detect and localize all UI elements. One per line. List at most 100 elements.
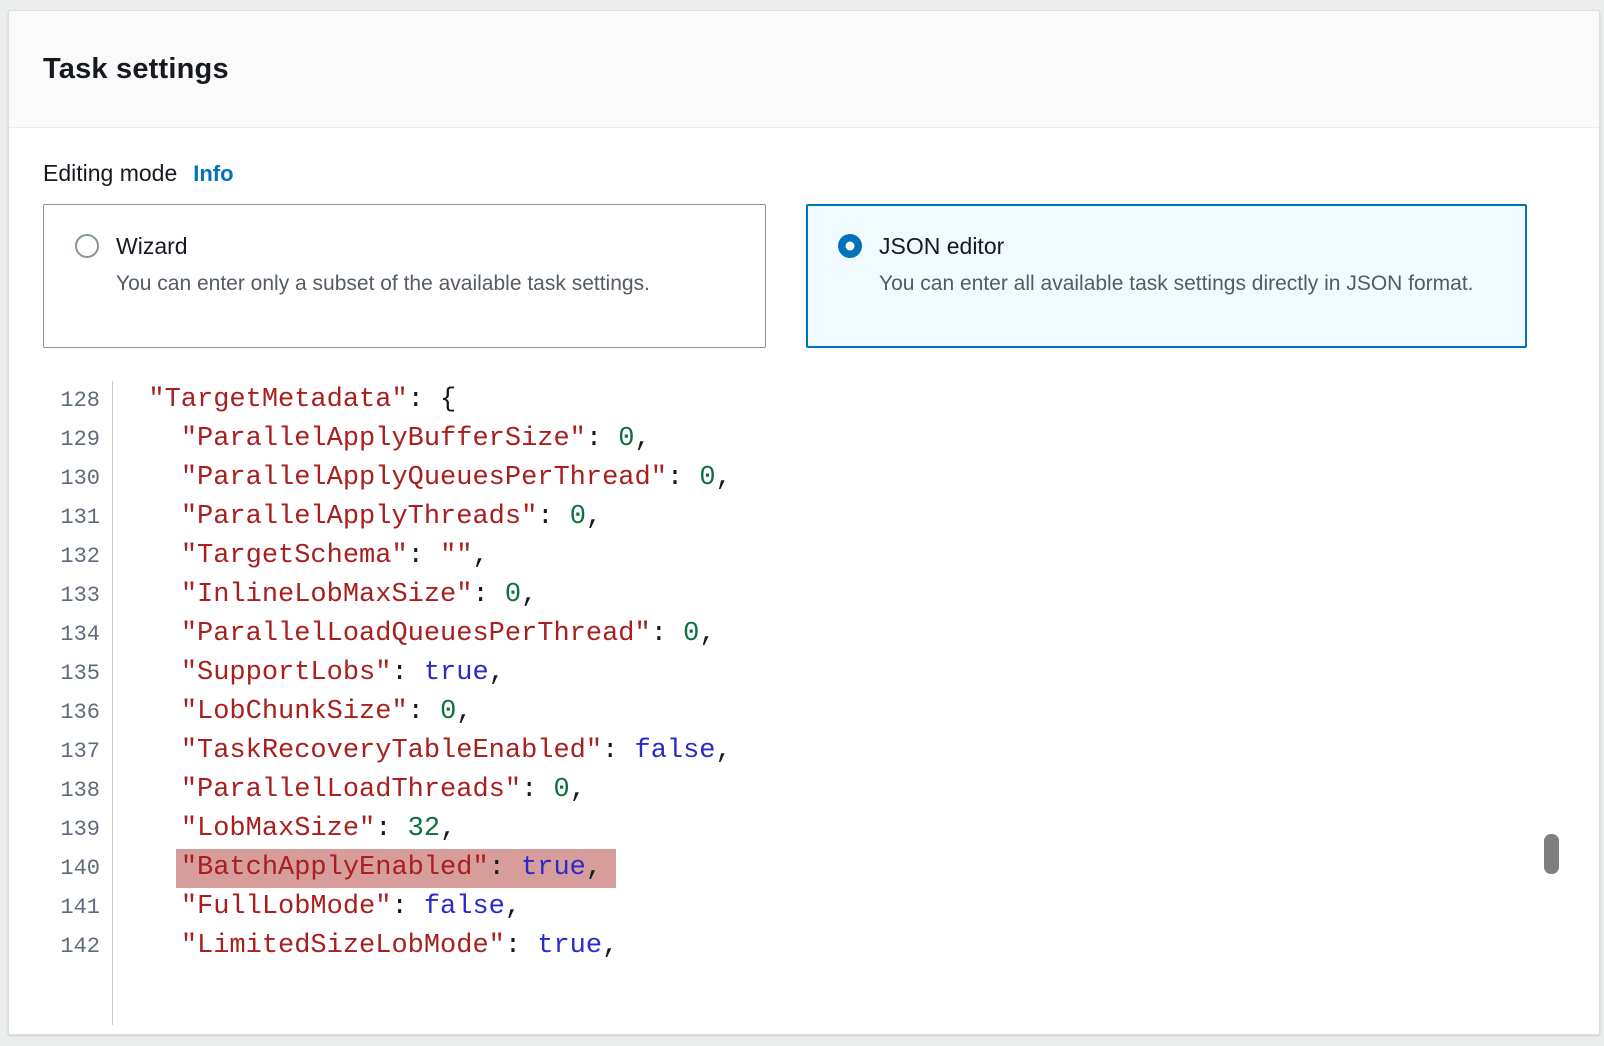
token-num: 0 [570,502,586,532]
token-key: "ParallelApplyThreads" [181,502,537,532]
gutter-line-number: 138 [43,771,112,810]
panel-header: Task settings [9,11,1599,128]
token-str: "" [440,541,472,571]
gutter-line-number: 129 [43,420,112,459]
token-punct: : { [408,385,457,415]
editing-mode-tiles: Wizard You can enter only a subset of th… [43,204,1565,348]
wizard-radio-button[interactable] [75,234,99,258]
token-punct: , [716,736,732,766]
token-bool: true [424,658,489,688]
token-punct: , [716,463,732,493]
token-num: 0 [683,619,699,649]
gutter-line-number: 136 [43,693,112,732]
token-punct: , [586,502,602,532]
token-key: "InlineLobMaxSize" [181,580,473,610]
code-line-131[interactable]: "ParallelApplyThreads": 0, [116,498,1539,537]
code-line-128[interactable]: "TargetMetadata": { [116,381,1539,420]
code-line-129[interactable]: "ParallelApplyBufferSize": 0, [116,420,1539,459]
token-punct: , [570,775,586,805]
token-punct: : [505,931,537,961]
token-punct: , [505,892,521,922]
page-title: Task settings [43,53,229,86]
token-punct: : [667,463,699,493]
token-punct: , [489,658,505,688]
tile-json-editor[interactable]: JSON editor You can enter all available … [806,204,1527,348]
gutter-line-number: 142 [43,927,112,966]
json-editor-label: JSON editor [879,231,1474,261]
code-line-139[interactable]: "LobMaxSize": 32, [116,810,1539,849]
editing-mode-row: Editing mode Info [43,160,1565,187]
code-line-142[interactable]: "LimitedSizeLobMode": true, [116,927,1539,966]
task-settings-panel: Task settings Editing mode Info Wizard Y… [8,10,1600,1035]
token-punct: : [391,892,423,922]
gutter-line-number: 135 [43,654,112,693]
code-line-137[interactable]: "TaskRecoveryTableEnabled": false, [116,732,1539,771]
wizard-description: You can enter only a subset of the avail… [116,266,650,301]
gutter-line-number: 130 [43,459,112,498]
wizard-label: Wizard [116,231,650,261]
token-punct: , [699,619,715,649]
gutter-line-number: 139 [43,810,112,849]
gutter-line-number: 132 [43,537,112,576]
gutter-line-number: 137 [43,732,112,771]
code-line-132[interactable]: "TargetSchema": "", [116,537,1539,576]
editor-gutter: 1281291301311321331341351361371381391401… [43,381,113,1025]
info-link[interactable]: Info [193,161,233,187]
token-punct: : [391,658,423,688]
json-editor-area[interactable]: 1281291301311321331341351361371381391401… [43,381,1559,1025]
tile-wizard[interactable]: Wizard You can enter only a subset of th… [43,204,766,348]
gutter-line-number: 133 [43,576,112,615]
token-bool: false [424,892,505,922]
token-num: 0 [699,463,715,493]
code-line-141[interactable]: "FullLobMode": false, [116,888,1539,927]
token-punct: , [456,697,472,727]
json-editor-tile-text: JSON editor You can enter all available … [879,231,1474,301]
editor-scrollbar-thumb[interactable] [1544,834,1559,874]
code-line-133[interactable]: "InlineLobMaxSize": 0, [116,576,1539,615]
token-punct: : [521,775,553,805]
gutter-line-number: 131 [43,498,112,537]
token-bool: false [635,736,716,766]
token-bool: true [521,853,586,883]
token-key: "TargetSchema" [181,541,408,571]
token-punct: : [602,736,634,766]
token-punct: : [651,619,683,649]
token-key: "TaskRecoveryTableEnabled" [181,736,602,766]
code-line-130[interactable]: "ParallelApplyQueuesPerThread": 0, [116,459,1539,498]
gutter-line-number: 128 [43,381,112,420]
editor-code[interactable]: "TargetMetadata": { "ParallelApplyBuffer… [116,381,1539,1025]
token-key: "SupportLobs" [181,658,392,688]
token-key: "LobMaxSize" [181,814,375,844]
gutter-line-number: 134 [43,615,112,654]
code-line-136[interactable]: "LobChunkSize": 0, [116,693,1539,732]
token-punct: : [537,502,569,532]
gutter-line-number: 140 [43,849,112,888]
highlighted-code-span: "BatchApplyEnabled": true, [176,849,616,888]
token-num: 0 [618,424,634,454]
token-punct: , [586,853,602,883]
code-line-134[interactable]: "ParallelLoadQueuesPerThread": 0, [116,615,1539,654]
token-key: "ParallelLoadQueuesPerThread" [181,619,651,649]
token-num: 32 [408,814,440,844]
code-line-135[interactable]: "SupportLobs": true, [116,654,1539,693]
token-bool: true [537,931,602,961]
token-punct: , [635,424,651,454]
token-num: 0 [505,580,521,610]
token-num: 0 [553,775,569,805]
panel-body: Editing mode Info Wizard You can enter o… [9,128,1599,1025]
token-punct: : [375,814,407,844]
token-punct: : [472,580,504,610]
token-num: 0 [440,697,456,727]
token-key: "TargetMetadata" [148,385,407,415]
code-line-138[interactable]: "ParallelLoadThreads": 0, [116,771,1539,810]
editing-mode-label: Editing mode [43,160,177,187]
wizard-tile-text: Wizard You can enter only a subset of th… [116,231,650,301]
token-key: "LimitedSizeLobMode" [181,931,505,961]
gutter-line-number: 141 [43,888,112,927]
token-punct: , [521,580,537,610]
code-line-140[interactable]: "BatchApplyEnabled": true, [116,849,1539,888]
token-key: "ParallelApplyBufferSize" [181,424,586,454]
json-editor-radio-button[interactable] [838,234,862,258]
json-editor-description: You can enter all available task setting… [879,266,1474,301]
token-punct: : [489,853,521,883]
